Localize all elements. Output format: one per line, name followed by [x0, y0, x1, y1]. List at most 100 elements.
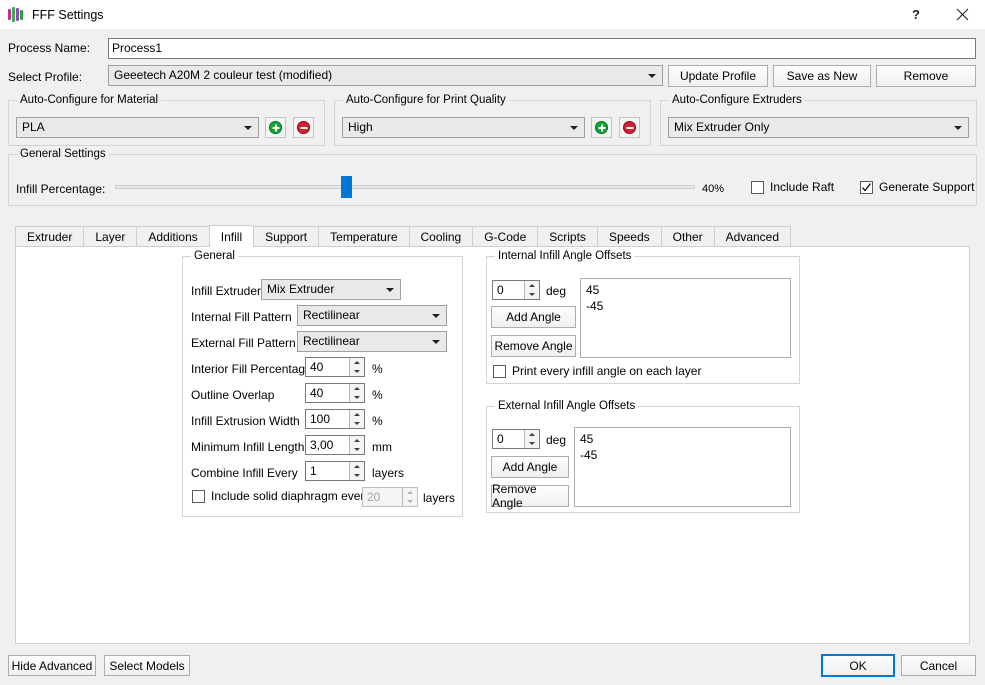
fff-logo-icon [8, 7, 24, 23]
stepper-buttons[interactable] [349, 462, 364, 480]
internal-fill-pattern-combo[interactable]: Rectilinear [297, 305, 447, 326]
stepper-up-icon[interactable] [350, 358, 364, 367]
chevron-down-icon [244, 125, 252, 130]
internal-angle-stepper[interactable]: 0 [492, 280, 540, 300]
stepper-down-icon[interactable] [350, 471, 364, 480]
quality-combo-value: High [348, 120, 373, 134]
remove-quality-button[interactable] [619, 117, 640, 138]
tab-advanced[interactable]: Advanced [713, 226, 792, 247]
stepper-down-icon[interactable] [525, 290, 539, 299]
checkbox-box [493, 364, 506, 378]
tab-extruder[interactable]: Extruder [15, 226, 85, 247]
ok-button[interactable]: OK [821, 654, 895, 677]
infill-extrusion-width-stepper[interactable]: 100 [305, 409, 365, 429]
extruders-combo[interactable]: Mix Extruder Only [668, 117, 969, 138]
tab-scripts[interactable]: Scripts [537, 226, 598, 247]
infill-percentage-value: 40% [702, 183, 725, 195]
infill-percentage-slider[interactable] [115, 176, 695, 198]
hide-advanced-button[interactable]: Hide Advanced [8, 655, 96, 676]
infill-extruder-combo[interactable]: Mix Extruder [261, 279, 401, 300]
update-profile-button[interactable]: Update Profile [668, 65, 768, 87]
internal-remove-angle-button[interactable]: Remove Angle [491, 335, 576, 357]
save-as-new-button[interactable]: Save as New [773, 65, 871, 87]
quality-combo[interactable]: High [342, 117, 585, 138]
stepper-up-icon[interactable] [525, 430, 539, 439]
external-fill-pattern-combo[interactable]: Rectilinear [297, 331, 447, 352]
tab-support[interactable]: Support [253, 226, 320, 247]
stepper-up-icon[interactable] [525, 281, 539, 290]
print-every-angle-label: Print every infill angle on each layer [512, 364, 702, 378]
chevron-down-icon [954, 125, 962, 130]
tab-layer[interactable]: Layer [83, 226, 138, 247]
help-button[interactable]: ? [893, 0, 939, 29]
tab-gcode[interactable]: G-Code [472, 226, 539, 247]
slider-handle[interactable] [341, 176, 352, 198]
tab-strip: Extruder Layer Additions Infill Support … [15, 225, 792, 247]
cancel-button[interactable]: Cancel [901, 655, 976, 676]
stepper-down-icon[interactable] [525, 439, 539, 448]
stepper-up-icon[interactable] [350, 410, 364, 419]
internal-add-angle-button[interactable]: Add Angle [491, 306, 576, 328]
stepper-buttons[interactable] [524, 281, 539, 299]
select-models-button[interactable]: Select Models [104, 655, 190, 676]
external-infill-angle-offsets-title: External Infill Angle Offsets [495, 400, 639, 412]
remove-material-button[interactable] [293, 117, 314, 138]
stepper-up-icon[interactable] [350, 384, 364, 393]
internal-fill-pattern-value: Rectilinear [303, 308, 360, 322]
tab-cooling[interactable]: Cooling [408, 226, 474, 247]
window-controls: ? [893, 0, 985, 29]
add-material-button[interactable] [265, 117, 286, 138]
interior-fill-percentage-unit: % [372, 362, 383, 376]
auto-configure-material-title: Auto-Configure for Material [17, 94, 162, 106]
include-raft-checkbox[interactable]: Include Raft [751, 180, 834, 194]
infill-percentage-label: Infill Percentage: [16, 182, 106, 196]
stepper-down-icon[interactable] [350, 393, 364, 402]
external-remove-angle-button[interactable]: Remove Angle [491, 482, 569, 510]
stepper-buttons[interactable] [524, 430, 539, 448]
external-angle-stepper[interactable]: 0 [492, 429, 540, 449]
stepper-buttons[interactable] [349, 436, 364, 454]
stepper-up-icon[interactable] [350, 462, 364, 471]
tab-temperature[interactable]: Temperature [318, 226, 410, 247]
external-add-angle-button[interactable]: Add Angle [491, 456, 569, 478]
tab-other[interactable]: Other [660, 226, 715, 247]
infill-extrusion-width-value: 100 [310, 412, 331, 426]
help-icon: ? [912, 7, 920, 22]
infill-general-title: General [191, 250, 238, 262]
tab-infill[interactable]: Infill [208, 225, 255, 247]
process-name-input[interactable]: Process1 [108, 38, 976, 59]
stepper-down-icon[interactable] [350, 419, 364, 428]
stepper-buttons[interactable] [349, 410, 364, 428]
include-raft-label: Include Raft [770, 180, 835, 194]
interior-fill-percentage-stepper[interactable]: 40 [305, 357, 365, 377]
general-settings-title: General Settings [17, 148, 109, 160]
minus-circle-icon [297, 121, 310, 134]
tab-additions[interactable]: Additions [136, 226, 210, 247]
print-every-angle-checkbox[interactable]: Print every infill angle on each layer [493, 364, 701, 378]
select-profile-combo[interactable]: Geeetech A20M 2 couleur test (modified) [108, 65, 663, 86]
stepper-down-icon[interactable] [350, 367, 364, 376]
generate-support-label: Generate Support [879, 180, 975, 194]
interior-fill-percentage-label: Interior Fill Percentage [191, 362, 312, 376]
generate-support-checkbox[interactable]: Generate Support [860, 180, 974, 194]
internal-fill-pattern-label: Internal Fill Pattern [191, 310, 292, 324]
add-quality-button[interactable] [591, 117, 612, 138]
stepper-down-icon[interactable] [350, 445, 364, 454]
close-button[interactable] [939, 0, 985, 29]
stepper-buttons[interactable] [349, 384, 364, 402]
remove-profile-button[interactable]: Remove [876, 65, 976, 87]
minimum-infill-length-stepper[interactable]: 3,00 [305, 435, 365, 455]
outline-overlap-stepper[interactable]: 40 [305, 383, 365, 403]
stepper-up-icon[interactable] [350, 436, 364, 445]
stepper-buttons[interactable] [349, 358, 364, 376]
chevron-down-icon [570, 125, 578, 130]
combine-infill-every-stepper[interactable]: 1 [305, 461, 365, 481]
chevron-down-icon [432, 313, 440, 318]
internal-angles-list[interactable]: 45 -45 [580, 278, 791, 358]
include-solid-diaphragm-checkbox[interactable]: Include solid diaphragm every [192, 489, 370, 503]
combine-infill-every-unit: layers [372, 466, 405, 480]
external-angles-list[interactable]: 45 -45 [574, 427, 791, 507]
material-combo[interactable]: PLA [16, 117, 259, 138]
auto-configure-extruders-title: Auto-Configure Extruders [669, 94, 805, 106]
tab-speeds[interactable]: Speeds [596, 226, 662, 247]
